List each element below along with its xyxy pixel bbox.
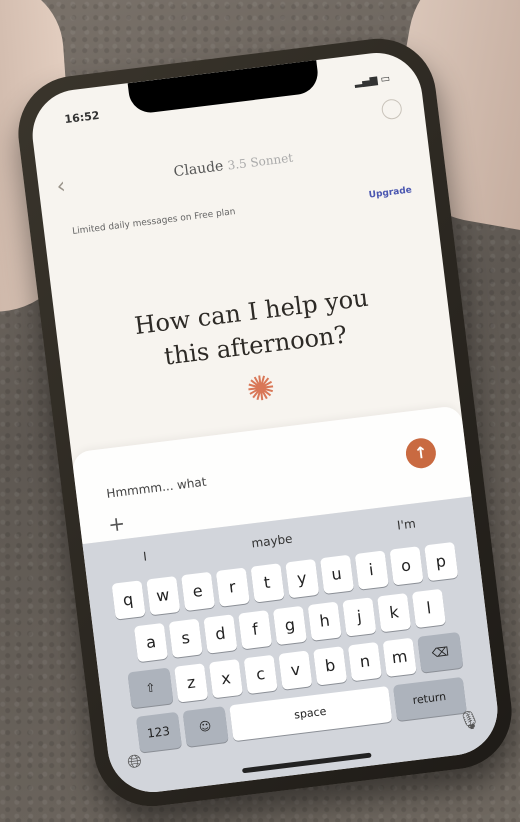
key[interactable]: h [307,601,342,641]
shift-key[interactable]: ⇧ [127,667,174,709]
delete-key[interactable]: ⌫ [417,631,464,673]
key[interactable]: y [284,558,319,599]
microphone-icon[interactable]: 🎙︎ [457,709,482,733]
key[interactable]: g [272,605,308,646]
key[interactable]: n [347,641,382,682]
phone: 16:52 ▂▄▆ ▭ ‹ Claude 3.5 Sonnet Limited … [11,32,519,813]
key[interactable]: i [354,550,389,590]
suggestion[interactable]: maybe [250,525,294,558]
key[interactable]: e [180,571,215,612]
key[interactable]: o [388,546,424,586]
key[interactable]: b [313,646,348,686]
keyboard[interactable]: I maybe I'm q w e r t y u i o p a s d f [82,496,503,798]
key[interactable]: a [133,622,169,663]
key[interactable]: j [342,597,377,637]
globe-icon[interactable]: 🌐︎ [126,751,143,774]
message-input[interactable]: Hmmmm... what [106,475,207,501]
notch [127,60,321,115]
key[interactable]: s [168,618,203,658]
add-attachment-button[interactable]: + [107,511,127,537]
key[interactable]: k [377,592,412,633]
limit-banner: Limited daily messages on Free plan Upgr… [72,185,413,237]
key[interactable]: u [319,554,354,595]
send-button[interactable]: ↑ [404,436,438,470]
key[interactable]: z [174,663,209,703]
model-selector[interactable]: Claude 3.5 Sonnet [38,133,429,197]
claude-logo-icon: ✺ [244,367,278,411]
key[interactable]: r [215,567,250,607]
key[interactable]: x [208,658,244,699]
model-version: 3.5 Sonnet [226,150,294,173]
key[interactable]: t [249,563,285,603]
phone-screen: 16:52 ▂▄▆ ▭ ‹ Claude 3.5 Sonnet Limited … [27,47,503,798]
key[interactable]: p [423,541,458,582]
key[interactable]: d [203,614,238,654]
key[interactable]: l [411,588,446,629]
key[interactable]: m [382,637,417,678]
suggestion[interactable]: I [142,543,149,571]
key[interactable]: f [238,610,273,650]
settings-icon[interactable] [380,98,403,121]
status-time: 16:52 [63,108,101,127]
key[interactable]: q [111,580,146,620]
model-name: Claude [172,158,225,181]
key[interactable]: c [243,654,278,695]
suggestion[interactable]: I'm [395,510,417,540]
key[interactable]: v [278,650,313,690]
battery-icon: ▂▄▆ ▭ [353,73,391,89]
key[interactable]: w [145,576,180,616]
limit-text: Limited daily messages on Free plan [71,207,237,238]
upgrade-link[interactable]: Upgrade [368,185,412,200]
